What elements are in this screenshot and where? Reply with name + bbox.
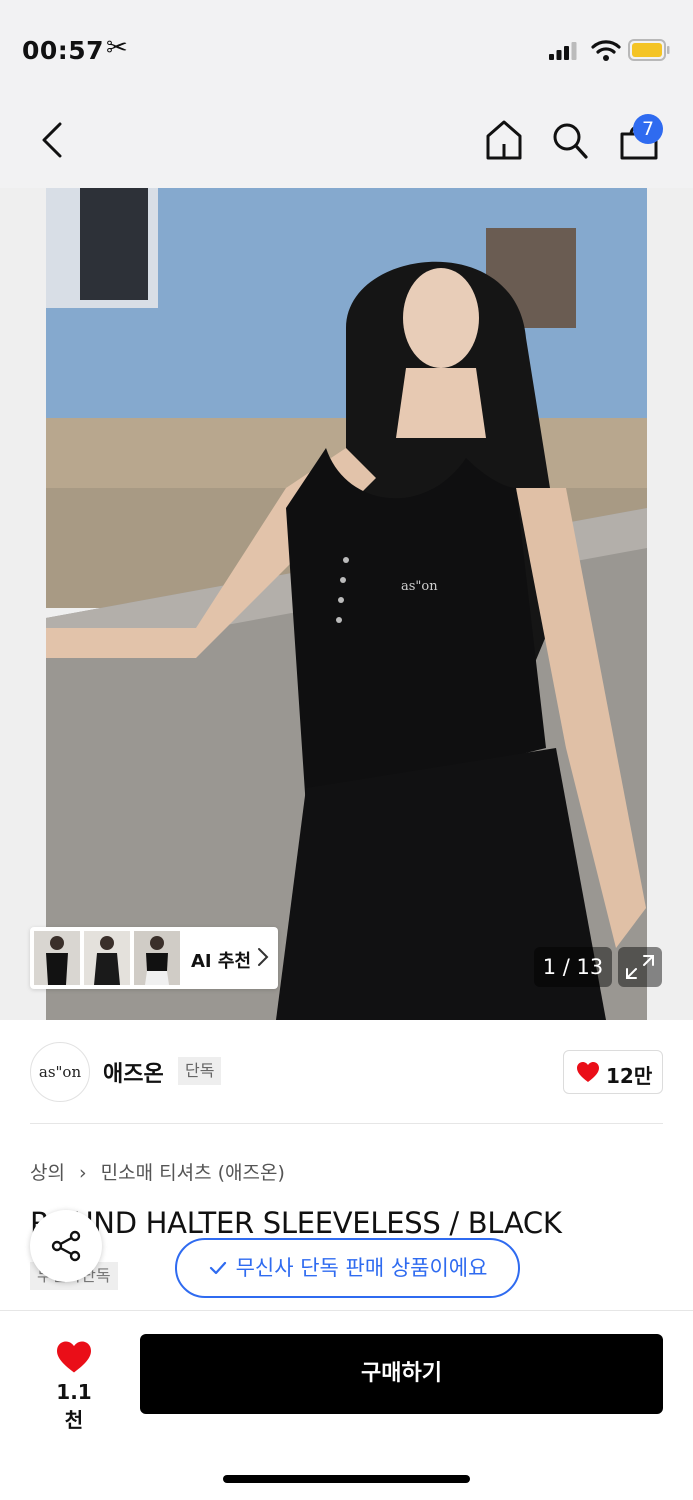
image-counter: 1 / 13 (534, 947, 612, 987)
home-indicator[interactable] (223, 1475, 470, 1483)
search-icon[interactable] (550, 118, 590, 162)
brand-exclusive-badge: 단독 (178, 1057, 222, 1085)
chevron-right-icon (258, 948, 269, 966)
home-icon[interactable] (484, 118, 524, 162)
cart-count-badge: 7 (633, 114, 663, 144)
cellular-signal-icon (549, 42, 577, 60)
toast-text: 무신사 단독 판매 상품이에요 (235, 1256, 488, 1280)
breadcrumb: 상의 › 민소매 티셔츠 (애즈온) (30, 1158, 285, 1185)
scissors-icon: ✂ (106, 33, 128, 63)
battery-icon (628, 39, 670, 61)
breadcrumb-item[interactable]: 상의 (30, 1162, 65, 1184)
ai-thumbnail-3 (134, 931, 180, 985)
heart-icon (577, 1062, 599, 1082)
favorite-heart-icon[interactable] (55, 1340, 93, 1374)
buy-button[interactable]: 구매하기 (140, 1334, 663, 1414)
brand-name[interactable]: 애즈온 (103, 1056, 164, 1088)
expand-icon[interactable] (618, 947, 662, 987)
brand-like-count: 12만 (606, 1064, 653, 1088)
bottom-bar-divider (0, 1310, 693, 1311)
favorite-count: 1.1천 (56, 1380, 92, 1432)
ai-recommend-label: AI 추천 (191, 951, 252, 972)
ai-thumbnail-1 (34, 931, 80, 985)
brand-like-button[interactable]: 12만 (563, 1050, 663, 1094)
back-arrow-icon[interactable] (36, 120, 70, 160)
share-icon (51, 1230, 81, 1262)
top-print-text: as"on (401, 579, 438, 594)
product-photo-illustration: as"on (46, 188, 647, 1020)
wifi-icon (591, 40, 621, 61)
breadcrumb-item[interactable]: 민소매 티셔츠 (애즈온) (101, 1162, 285, 1184)
section-divider (30, 1123, 663, 1124)
product-title: ROUND HALTER SLEEVELESS / BLACK (30, 1206, 562, 1240)
product-photo[interactable]: as"on (46, 188, 647, 1020)
status-time: 00:57 (22, 36, 105, 65)
exclusive-sale-toast: 무신사 단독 판매 상품이에요 (175, 1238, 520, 1298)
brand-logo[interactable]: as"on (30, 1042, 90, 1102)
checkmark-icon (209, 1261, 226, 1275)
breadcrumb-separator-icon: › (79, 1162, 87, 1184)
ai-thumbnail-2 (84, 931, 130, 985)
ai-recommend-chip[interactable]: AI 추천 (30, 927, 278, 989)
share-button[interactable] (30, 1210, 102, 1282)
